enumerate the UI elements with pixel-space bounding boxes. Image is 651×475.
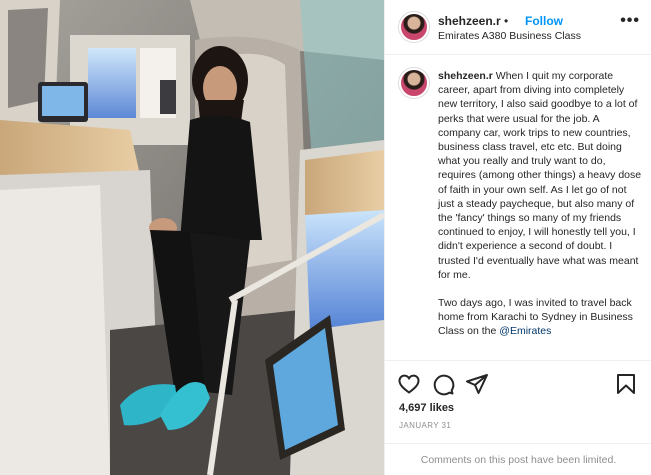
caption-paragraph-1: shehzeen.r When I quit my corporate care… <box>438 69 643 282</box>
caption-text: shehzeen.r When I quit my corporate care… <box>438 69 643 353</box>
post-card: shehzeen.r • Follow Emirates A380 Busine… <box>0 0 651 475</box>
separator-dot: • <box>504 14 509 28</box>
follow-button[interactable]: Follow <box>525 14 563 28</box>
username-text[interactable]: shehzeen.r <box>438 14 501 28</box>
post-date[interactable]: JANUARY 31 <box>399 421 451 430</box>
avatar[interactable] <box>399 12 429 42</box>
post-photo[interactable] <box>0 0 384 475</box>
likes-count[interactable]: 4,697 likes <box>399 402 454 414</box>
comment-icon[interactable] <box>431 372 455 396</box>
action-bar <box>385 366 651 400</box>
caption-mention-link[interactable]: @Emirates <box>499 325 551 337</box>
more-options-icon[interactable]: ••• <box>620 12 640 30</box>
comments-limited-notice: Comments on this post have been limited. <box>385 443 651 475</box>
caption-username[interactable]: shehzeen.r <box>438 70 493 82</box>
post-side-panel: shehzeen.r • Follow Emirates A380 Busine… <box>384 0 651 475</box>
heart-icon[interactable] <box>397 372 421 396</box>
caption-section: shehzeen.r When I quit my corporate care… <box>385 56 651 361</box>
comments-limited-text: Comments on this post have been limited. <box>420 454 617 466</box>
bookmark-icon[interactable] <box>614 372 638 396</box>
share-icon[interactable] <box>465 372 489 396</box>
caption-body-1: When I quit my corporate career, apart f… <box>438 70 642 281</box>
post-header: shehzeen.r • Follow Emirates A380 Busine… <box>385 0 651 55</box>
caption-avatar[interactable] <box>399 68 429 98</box>
username[interactable]: shehzeen.r • <box>438 14 508 28</box>
location-link[interactable]: Emirates A380 Business Class <box>438 30 581 42</box>
photo-image <box>0 0 384 475</box>
caption-paragraph-2: Two days ago, I was invited to travel ba… <box>438 296 643 339</box>
